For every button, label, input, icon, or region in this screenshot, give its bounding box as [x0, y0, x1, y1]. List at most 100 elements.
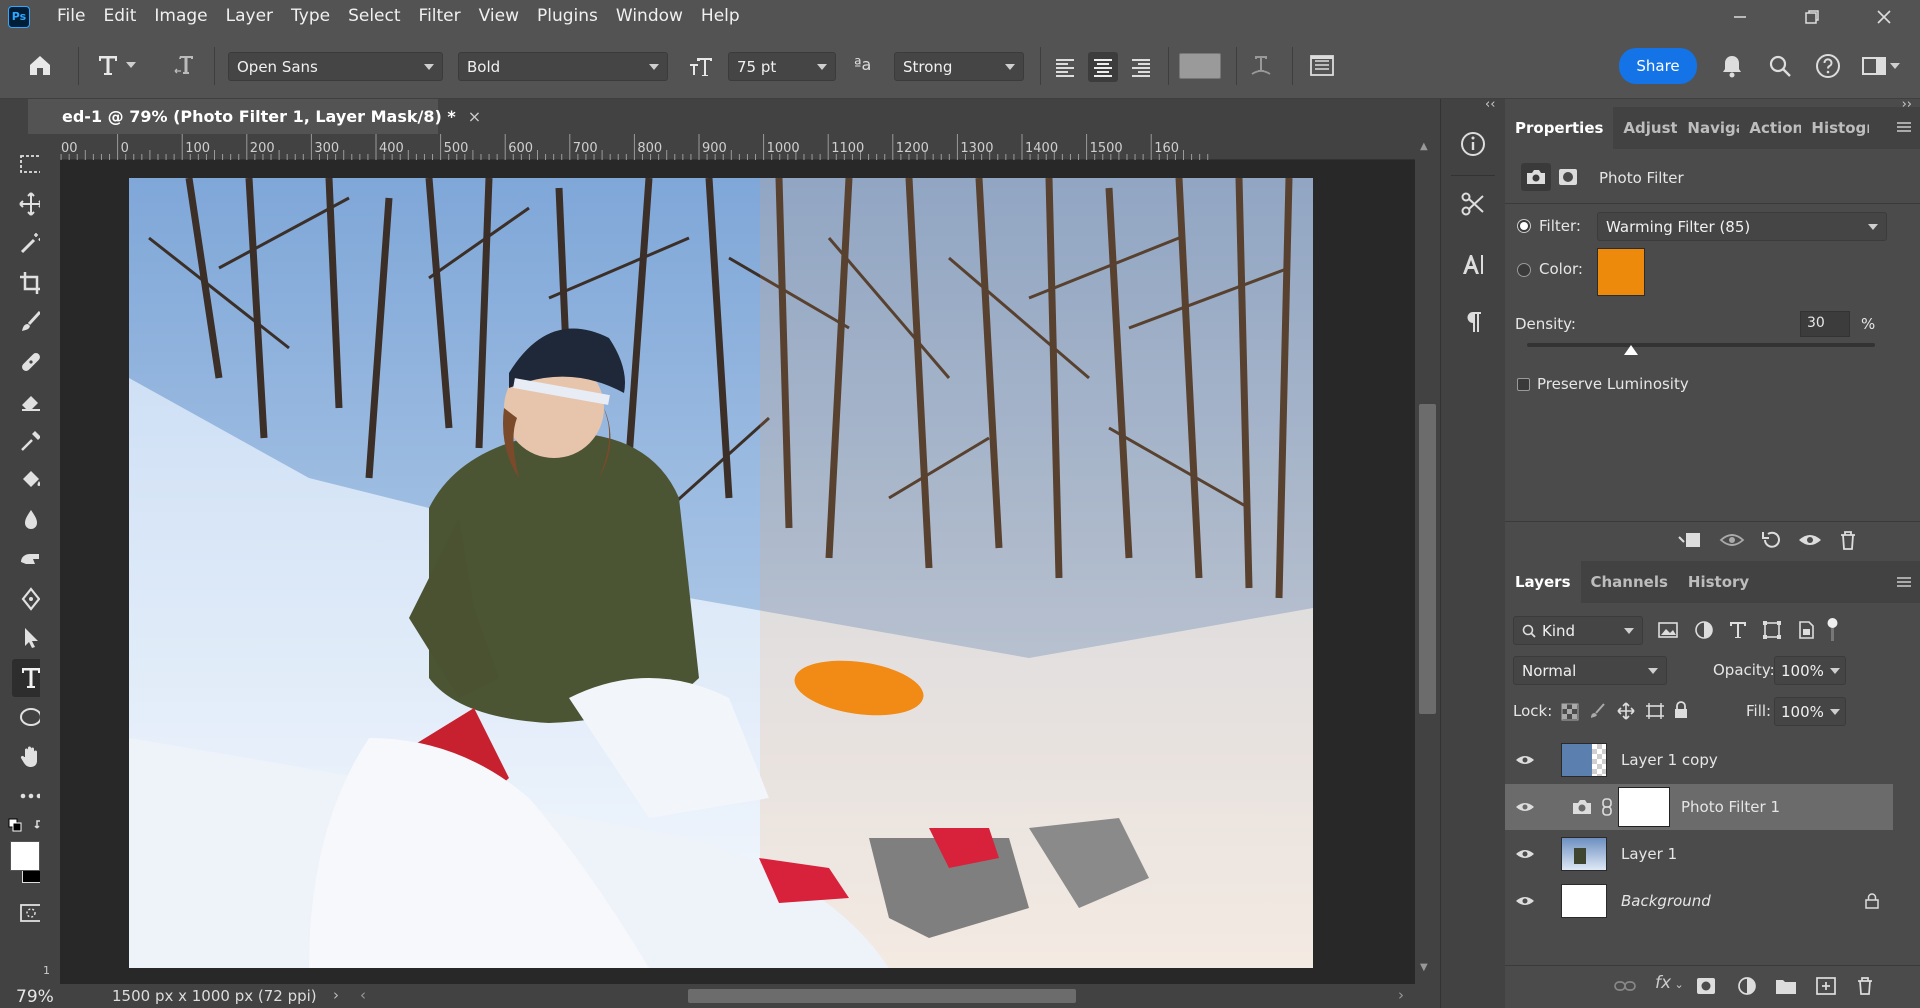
camera-icon[interactable] — [1521, 163, 1551, 191]
document-canvas-image[interactable] — [129, 178, 1313, 968]
horizontal-scroll-thumb[interactable] — [688, 989, 1076, 1003]
layer-row[interactable]: Layer 1 copy — [1505, 737, 1893, 783]
filter-color-swatch[interactable] — [1597, 248, 1645, 296]
help-icon[interactable] — [1814, 52, 1842, 80]
toggle-visibility-icon[interactable] — [1797, 529, 1823, 551]
tab-history[interactable]: History — [1678, 561, 1759, 603]
lock-artboard-icon[interactable] — [1645, 702, 1665, 720]
default-colors-icon[interactable] — [8, 818, 22, 832]
lock-transparent-icon[interactable] — [1561, 703, 1579, 721]
font-style-select[interactable]: Bold — [458, 52, 668, 81]
menu-filter[interactable]: Filter — [410, 0, 470, 33]
menu-layer[interactable]: Layer — [217, 0, 282, 33]
tab-adjustments[interactable]: Adjustı — [1613, 107, 1677, 149]
layer-row[interactable]: Layer 1 — [1505, 831, 1893, 877]
clip-to-layer-icon[interactable] — [1677, 529, 1703, 551]
layer-row-selected[interactable]: Photo Filter 1 — [1505, 784, 1893, 830]
filter-toggle-icon[interactable] — [1827, 617, 1839, 643]
align-center-icon[interactable] — [1088, 52, 1118, 82]
info-panel-icon[interactable] — [1452, 123, 1494, 165]
zoom-level[interactable]: 79% — [16, 987, 54, 1007]
warp-text-icon[interactable] — [1247, 51, 1275, 79]
reset-adjustment-icon[interactable] — [1759, 529, 1785, 551]
filter-smart-object-icon[interactable] — [1795, 619, 1817, 641]
scroll-left-icon[interactable]: ‹ — [360, 986, 366, 1004]
document-info[interactable]: 1500 px x 1000 px (72 ppi) — [112, 987, 317, 1005]
preserve-luminosity-checkbox[interactable] — [1517, 378, 1530, 391]
eye-icon[interactable] — [1505, 847, 1545, 861]
eye-icon[interactable] — [1505, 800, 1545, 814]
font-size-select[interactable]: 75 pt — [728, 52, 836, 81]
type-tool-icon[interactable] — [94, 51, 136, 79]
minimize-button[interactable] — [1704, 0, 1776, 33]
tab-navigator[interactable]: Naviga — [1677, 107, 1739, 149]
density-input[interactable]: 30 — [1800, 311, 1850, 337]
character-panel-icon[interactable] — [1308, 51, 1336, 79]
opacity-select[interactable]: 100% — [1774, 656, 1846, 685]
document-tab[interactable]: ed-1 @ 79% (Photo Filter 1, Layer Mask/8… — [28, 99, 481, 134]
tab-layers[interactable]: Layers — [1505, 561, 1581, 603]
properties-menu-icon[interactable] — [1896, 120, 1912, 134]
antialias-select[interactable]: Strong — [894, 52, 1024, 81]
new-group-icon[interactable] — [1775, 976, 1797, 996]
tab-channels[interactable]: Channels — [1581, 561, 1678, 603]
menu-window[interactable]: Window — [607, 0, 692, 33]
fill-select[interactable]: 100% — [1774, 697, 1846, 726]
layers-menu-icon[interactable] — [1896, 575, 1912, 589]
paragraph-icon[interactable] — [1452, 301, 1494, 343]
delete-adjustment-icon[interactable] — [1837, 529, 1859, 551]
workspace-icon[interactable] — [1860, 52, 1900, 80]
eye-icon[interactable] — [1505, 894, 1545, 908]
tools-panel-icon[interactable] — [1452, 183, 1494, 225]
density-slider-track[interactable] — [1527, 343, 1875, 355]
eye-icon[interactable] — [1505, 753, 1545, 767]
status-expand-icon[interactable]: › — [333, 986, 339, 1004]
menu-plugins[interactable]: Plugins — [528, 0, 607, 33]
tab-properties[interactable]: Properties — [1505, 107, 1614, 149]
close-window-button[interactable] — [1848, 0, 1920, 33]
lock-all-icon[interactable] — [1673, 701, 1689, 719]
filter-type-icon[interactable] — [1727, 619, 1749, 641]
menu-image[interactable]: Image — [145, 0, 216, 33]
blend-mode-select[interactable]: Normal — [1513, 656, 1667, 685]
layer-row[interactable]: Background — [1505, 878, 1893, 924]
layer-mask-thumbnail[interactable] — [1618, 787, 1670, 827]
text-orientation-icon[interactable] — [172, 51, 200, 79]
home-icon[interactable] — [26, 51, 54, 79]
scroll-down-icon[interactable]: ▼ — [1420, 962, 1428, 973]
link-layers-icon[interactable] — [1613, 976, 1637, 996]
lock-pixels-icon[interactable] — [1589, 702, 1607, 720]
bell-icon[interactable] — [1718, 52, 1746, 80]
menu-view[interactable]: View — [470, 0, 528, 33]
layer-lock-icon[interactable] — [1865, 893, 1879, 909]
collapse-strip-icon[interactable]: ‹‹ — [1485, 97, 1495, 112]
font-family-select[interactable]: Open Sans — [228, 52, 443, 81]
density-slider-thumb[interactable] — [1624, 345, 1639, 355]
fx-icon[interactable]: fx ⌄ — [1655, 973, 1684, 993]
menu-help[interactable]: Help — [692, 0, 749, 33]
filter-select[interactable]: Warming Filter (85) — [1597, 212, 1887, 241]
color-radio[interactable] — [1517, 263, 1531, 277]
scroll-up-icon[interactable]: ▲ — [1420, 141, 1428, 152]
align-right-icon[interactable] — [1126, 52, 1156, 82]
share-button[interactable]: Share — [1619, 48, 1697, 84]
new-layer-icon[interactable] — [1815, 976, 1837, 996]
vertical-scrollbar[interactable]: ▲ ▼ — [1415, 134, 1440, 984]
menu-edit[interactable]: Edit — [94, 0, 145, 33]
delete-layer-icon[interactable] — [1855, 976, 1875, 996]
tab-actions[interactable]: Action: — [1739, 107, 1801, 149]
menu-type[interactable]: Type — [282, 0, 339, 33]
new-adjustment-icon[interactable] — [1737, 976, 1759, 996]
menu-select[interactable]: Select — [339, 0, 409, 33]
add-mask-icon[interactable] — [1695, 976, 1717, 996]
vertical-scroll-thumb[interactable] — [1419, 404, 1436, 714]
scroll-right-icon[interactable]: › — [1398, 986, 1404, 1004]
photoshop-logo-icon[interactable]: Ps — [8, 5, 30, 28]
lock-position-icon[interactable] — [1617, 702, 1635, 720]
align-left-icon[interactable] — [1050, 52, 1080, 82]
menu-file[interactable]: File — [48, 0, 94, 33]
foreground-color-swatch[interactable] — [10, 841, 40, 871]
mask-icon[interactable] — [1557, 166, 1579, 188]
search-icon[interactable] — [1766, 52, 1794, 80]
close-document-icon[interactable]: × — [468, 107, 481, 126]
